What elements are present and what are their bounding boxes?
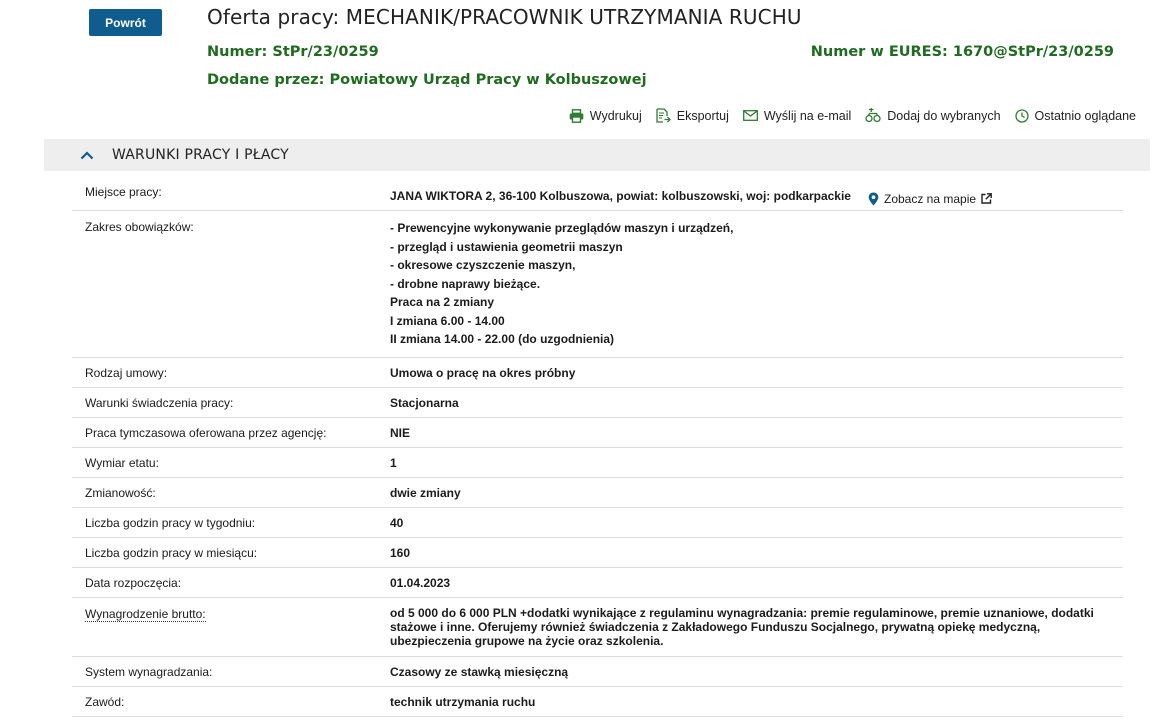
- export-icon: [656, 108, 671, 123]
- row-label: Zawód:: [85, 694, 125, 709]
- print-button[interactable]: Wydrukuj: [569, 109, 642, 123]
- table-row: Miejsce pracy: JANA WIKTORA 2, 36-100 Ko…: [72, 171, 1123, 211]
- row-label: Miejsce pracy:: [85, 185, 162, 199]
- table-row: Zmianowość: dwie zmiany: [72, 478, 1123, 508]
- row-value: Stacjonarna: [390, 395, 459, 410]
- printer-icon: [569, 108, 584, 123]
- added-by-office: Powiatowy Urząd Pracy w Kolbuszowej: [329, 72, 647, 88]
- table-row: Warunki świadczenia pracy: Stacjonarna: [72, 388, 1123, 418]
- duty-line: - Prewencyjne wykonywanie przeglądów mas…: [390, 221, 734, 235]
- chevron-up-icon: [80, 150, 94, 159]
- table-row: Zawód: technik utrzymania ruchu: [72, 687, 1123, 717]
- duty-line: - przegląd i ustawienia geometrii maszyn: [390, 239, 623, 254]
- offer-toolbar: Wydrukuj Eksportuj Wyślij na e-mail Doda…: [569, 108, 1136, 123]
- section-title: WARUNKI PRACY I PŁACY: [112, 147, 289, 163]
- table-row: Wynagrodzenie brutto: od 5 000 do 6 000 …: [72, 598, 1123, 657]
- row-value: JANA WIKTORA 2, 36-100 Kolbuszowa, powia…: [390, 183, 1123, 210]
- row-value: Czasowy ze stawką miesięczną: [390, 664, 569, 679]
- external-link-icon: [981, 193, 992, 204]
- row-value: dwie zmiany: [390, 485, 461, 500]
- section-toggle-work-conditions[interactable]: WARUNKI PRACY I PŁACY: [44, 139, 1150, 171]
- duty-line: - okresowe czyszczenie maszyn,: [390, 258, 576, 272]
- table-row: Rodzaj umowy: Umowa o pracę na okres pró…: [72, 358, 1123, 388]
- row-label: Praca tymczasowa oferowana przez agencję…: [85, 425, 327, 440]
- row-label: Zakres obowiązków:: [85, 220, 194, 234]
- back-button[interactable]: Powrót: [89, 9, 162, 36]
- add-to-favorites-button[interactable]: Dodaj do wybranych: [865, 108, 1001, 123]
- duty-line: II zmiana 14.00 - 22.00 (do uzgodnienia): [390, 332, 615, 346]
- table-row: Liczba godzin pracy w miesiącu: 160: [72, 538, 1123, 568]
- work-conditions-table: Miejsce pracy: JANA WIKTORA 2, 36-100 Ko…: [72, 171, 1123, 717]
- table-row: System wynagradzania: Czasowy ze stawką …: [72, 657, 1123, 687]
- duty-line: - drobne naprawy bieżące.: [390, 276, 541, 291]
- row-label: Wynagrodzenie brutto:: [72, 605, 390, 656]
- workplace-address: JANA WIKTORA 2, 36-100 Kolbuszowa, powia…: [390, 189, 851, 203]
- table-row: Zakres obowiązków: - Prewencyjne wykonyw…: [72, 211, 1123, 358]
- table-row: Data rozpoczęcia: 01.04.2023: [72, 568, 1123, 598]
- duty-line: Praca na 2 zmiany: [390, 295, 495, 309]
- row-label: Liczba godzin pracy w tygodniu:: [85, 515, 256, 530]
- map-link[interactable]: Zobacz na mapie: [868, 187, 992, 210]
- page-title: Oferta pracy: MECHANIK/PRACOWNIK UTRZYMA…: [207, 5, 802, 29]
- map-pin-icon: [868, 192, 879, 205]
- print-label: Wydrukuj: [589, 108, 642, 123]
- table-row: Liczba godzin pracy w tygodniu: 40: [72, 508, 1123, 538]
- row-value: 40: [390, 515, 404, 530]
- table-row: Wymiar etatu: 1: [72, 448, 1123, 478]
- recently-viewed-label: Ostatnio oglądane: [1034, 108, 1136, 123]
- row-label: Liczba godzin pracy w miesiącu:: [85, 545, 258, 560]
- duties-list: - Prewencyjne wykonywanie przeglądów mas…: [390, 218, 1123, 357]
- row-value: technik utrzymania ruchu: [390, 694, 536, 709]
- add-to-favorites-label: Dodaj do wybranych: [887, 108, 1001, 123]
- send-email-label: Wyślij na e-mail: [763, 108, 852, 123]
- row-label: Zmianowość:: [85, 485, 156, 500]
- map-link-label: Zobacz na mapie: [884, 191, 977, 206]
- offer-number: Numer: StPr/23/0259: [207, 44, 379, 60]
- row-value: 1: [390, 455, 397, 470]
- row-value: 01.04.2023: [390, 575, 451, 590]
- row-value: NIE: [390, 425, 411, 440]
- row-label: Rodzaj umowy:: [85, 365, 168, 380]
- send-email-button[interactable]: Wyślij na e-mail: [742, 108, 852, 123]
- row-label: Data rozpoczęcia:: [85, 575, 182, 590]
- row-value: 160: [390, 545, 411, 560]
- add-favorites-icon: [865, 108, 881, 123]
- row-label: System wynagradzania:: [85, 664, 213, 679]
- added-by: Dodane przez: Powiatowy Urząd Pracy w Ko…: [207, 72, 647, 88]
- row-label: Wymiar etatu:: [85, 455, 159, 470]
- recently-viewed-button[interactable]: Ostatnio oglądane: [1014, 108, 1136, 123]
- row-value: od 5 000 do 6 000 PLN +dodatki wynikając…: [390, 606, 1094, 648]
- export-button[interactable]: Eksportuj: [656, 108, 729, 123]
- eures-number: Numer w EURES: 1670@StPr/23/0259: [810, 44, 1114, 60]
- duty-line: I zmiana 6.00 - 14.00: [390, 313, 505, 328]
- row-value: Umowa o pracę na okres próbny: [390, 365, 576, 380]
- envelope-icon: [742, 110, 758, 121]
- salary-term-tooltip[interactable]: Wynagrodzenie brutto:: [85, 607, 206, 622]
- row-label: Warunki świadczenia pracy:: [85, 395, 234, 410]
- export-label: Eksportuj: [676, 108, 729, 123]
- table-row: Praca tymczasowa oferowana przez agencję…: [72, 418, 1123, 448]
- clock-icon: [1014, 108, 1029, 123]
- added-by-label: Dodane przez:: [207, 72, 325, 88]
